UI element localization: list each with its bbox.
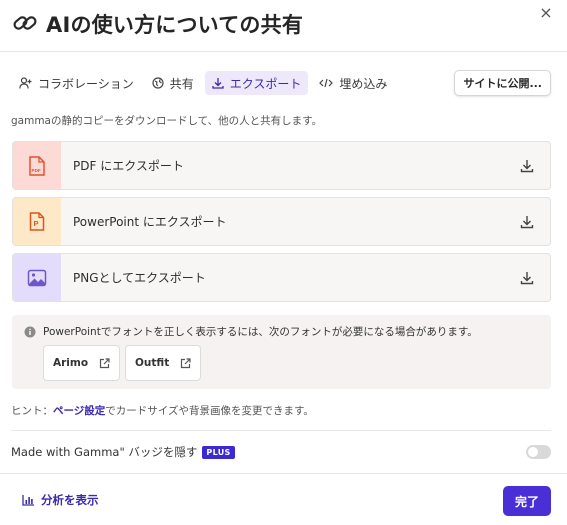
view-analytics-button[interactable]: 分析を表示 bbox=[22, 492, 99, 508]
download-icon bbox=[520, 159, 534, 172]
powerpoint-file-icon: P bbox=[29, 212, 45, 231]
code-icon bbox=[319, 78, 334, 88]
hint-prefix: ヒント： bbox=[11, 405, 53, 417]
hide-badge-label: Made with Gamma" バッジを隠す bbox=[11, 445, 198, 459]
font-name: Outfit bbox=[135, 357, 170, 369]
plus-badge: PLUS bbox=[202, 445, 235, 459]
hide-badge-row: Made with Gamma" バッジを隠す PLUS bbox=[11, 444, 235, 460]
font-link-arimo[interactable]: Arimo bbox=[43, 345, 121, 381]
tab-export[interactable]: エクスポート bbox=[204, 71, 309, 95]
tab-label: 埋め込み bbox=[339, 76, 388, 91]
fonts-notice-message: PowerPointでフォントを正しく表示するには、次のフォントが必要になる場合… bbox=[43, 326, 478, 338]
tab-label: エクスポート bbox=[229, 76, 302, 91]
tab-bar: コラボレーション 共有 エクスポート 埋め込み bbox=[12, 71, 398, 95]
font-name: Arimo bbox=[53, 357, 89, 369]
globe-icon bbox=[152, 77, 164, 89]
fonts-notice: PowerPointでフォントを正しく表示するには、次のフォントが必要になる場合… bbox=[12, 315, 551, 389]
export-png-button[interactable]: PNGとしてエクスポート bbox=[12, 253, 551, 302]
toggle-knob bbox=[528, 447, 538, 457]
download-icon bbox=[520, 271, 534, 284]
pdf-file-icon: PDF bbox=[29, 155, 45, 176]
icon-container: PDF bbox=[13, 142, 61, 189]
tab-embed[interactable]: 埋め込み bbox=[312, 71, 394, 95]
divider bbox=[11, 430, 551, 431]
icon-container: P bbox=[13, 198, 61, 245]
image-icon bbox=[27, 269, 47, 286]
tab-share[interactable]: 共有 bbox=[145, 71, 201, 95]
tab-collaboration[interactable]: コラボレーション bbox=[12, 71, 141, 95]
hint-suffix: でカードサイズや背景画像を変更できます。 bbox=[105, 405, 314, 417]
export-pdf-button[interactable]: PDF PDF にエクスポート bbox=[12, 141, 551, 190]
svg-text:PDF: PDF bbox=[32, 168, 41, 173]
export-description: gammaの静的コピーをダウンロードして、他の人と共有します。 bbox=[11, 115, 323, 127]
external-link-icon bbox=[181, 357, 191, 368]
download-icon bbox=[212, 78, 224, 89]
icon-container bbox=[13, 254, 61, 301]
hide-badge-toggle[interactable] bbox=[526, 445, 551, 459]
bar-chart-icon bbox=[22, 495, 34, 506]
done-button[interactable]: 完了 bbox=[503, 486, 551, 516]
footer-divider bbox=[0, 473, 567, 474]
export-powerpoint-label: PowerPoint にエクスポート bbox=[73, 215, 227, 229]
export-pdf-label: PDF にエクスポート bbox=[73, 159, 184, 173]
download-icon bbox=[520, 215, 534, 228]
close-icon[interactable]: × bbox=[537, 4, 555, 22]
link-icon bbox=[13, 16, 37, 30]
page-title: AIの使い方についての共有 bbox=[46, 13, 304, 37]
add-user-icon bbox=[19, 77, 32, 89]
export-powerpoint-button[interactable]: P PowerPoint にエクスポート bbox=[12, 197, 551, 246]
page-settings-link[interactable]: ページ設定 bbox=[53, 405, 105, 417]
tab-label: 共有 bbox=[169, 76, 194, 91]
publish-site-button[interactable]: サイトに公開... bbox=[454, 70, 551, 96]
export-png-label: PNGとしてエクスポート bbox=[73, 271, 206, 285]
external-link-icon bbox=[99, 357, 110, 368]
font-link-outfit[interactable]: Outfit bbox=[125, 345, 202, 381]
hint-text: ヒント：ページ設定でカードサイズや背景画像を変更できます。 bbox=[11, 403, 314, 418]
info-icon bbox=[24, 326, 36, 338]
view-analytics-label: 分析を表示 bbox=[41, 493, 99, 507]
dialog-header: AIの使い方についての共有 × bbox=[0, 0, 567, 52]
svg-text:P: P bbox=[34, 219, 39, 228]
tab-label: コラボレーション bbox=[38, 76, 134, 91]
